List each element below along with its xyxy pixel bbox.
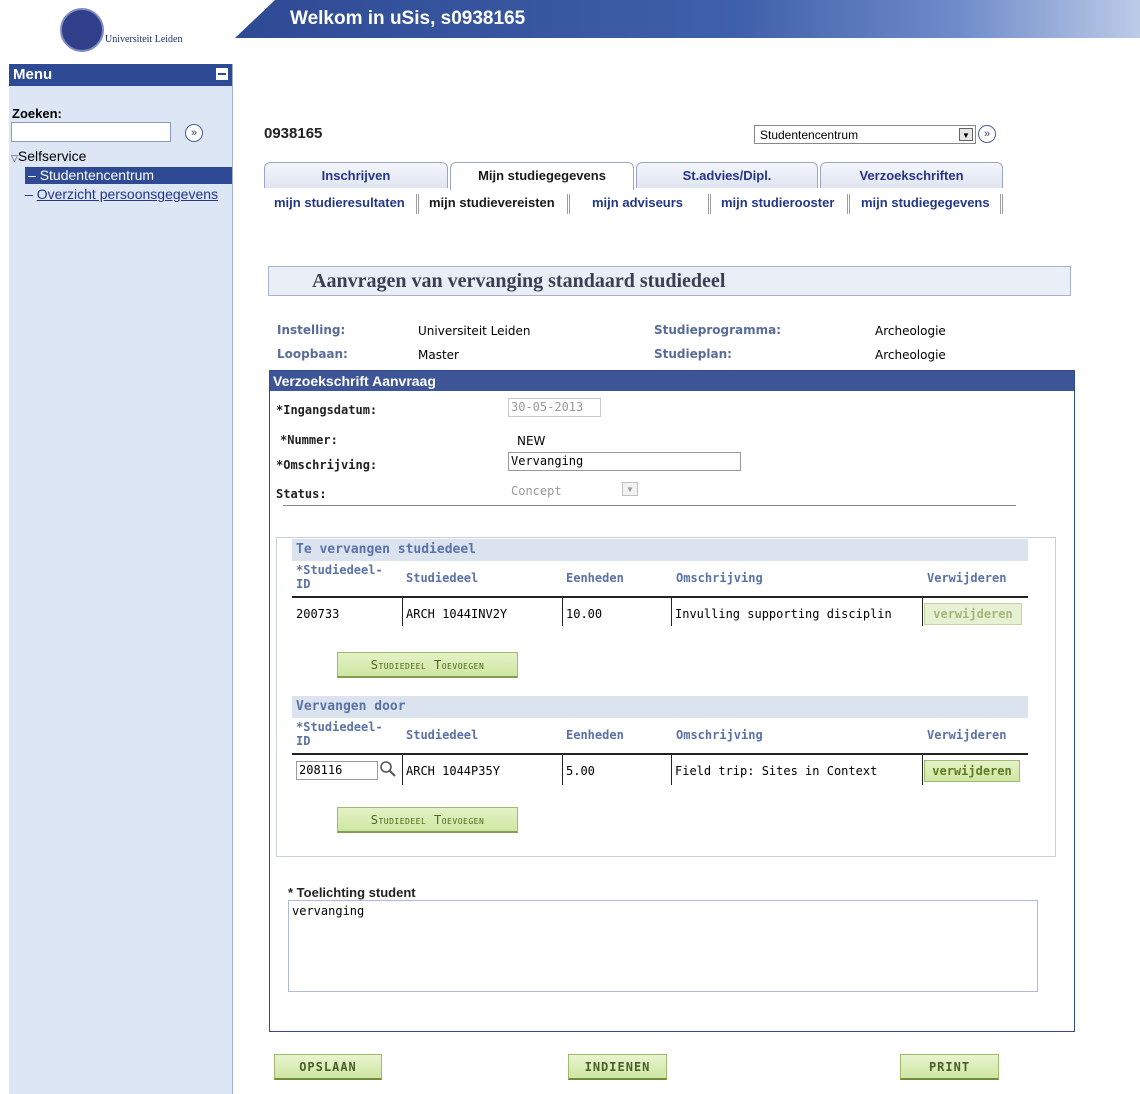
table-row-1-id: 200733 — [296, 607, 340, 621]
navigation-select[interactable]: Studentencentrum ▼ — [754, 125, 976, 144]
sidebar-item-overzicht-persoonsgegevens[interactable]: – Overzicht persoonsgegevens — [25, 186, 218, 202]
request-section-title: Verzoekschrift Aanvraag — [270, 371, 1074, 391]
table-row-1-omschrijving: Invulling supporting disciplin — [675, 607, 892, 621]
col-studiedeel-id: *Studiedeel- ID — [296, 720, 383, 748]
col-studiedeel: Studiedeel — [406, 571, 479, 585]
status-label: Status: — [276, 487, 327, 501]
search-go-icon[interactable]: » — [185, 124, 203, 142]
toelichting-textarea[interactable]: vervanging — [288, 900, 1038, 992]
tab-verzoekschriften[interactable]: Verzoekschriften — [820, 162, 1003, 188]
student-id: 0938165 — [264, 125, 323, 142]
subtab-mijn-studierooster[interactable]: mijn studierooster — [721, 195, 834, 210]
col-eenheden: Eenheden — [566, 571, 624, 585]
status-dropdown-icon: ▼ — [622, 482, 638, 496]
nummer-value: NEW — [517, 434, 546, 448]
opslaan-button[interactable]: OPSLAAN — [274, 1054, 382, 1080]
te-vervangen-title: Te vervangen studiedeel — [292, 539, 1028, 561]
table-row-2-eenheden: 5.00 — [566, 764, 595, 778]
instelling-value: Universiteit Leiden — [418, 324, 531, 338]
collapse-icon[interactable] — [216, 68, 228, 80]
page-title-box: Aanvragen van vervanging standaard studi… — [268, 266, 1071, 296]
sidebar: Menu Zoeken: » ▽Selfservice – Studentenc… — [9, 64, 233, 1094]
indienen-button[interactable]: INDIENEN — [568, 1054, 667, 1080]
instelling-label: Instelling: — [277, 323, 346, 337]
page-title: Aanvragen van vervanging standaard studi… — [312, 270, 726, 292]
university-name: Universiteit Leiden — [105, 34, 183, 45]
loopbaan-label: Loopbaan: — [277, 347, 348, 361]
verwijderen-button[interactable]: verwijderen — [924, 760, 1020, 782]
status-value: Concept — [511, 484, 562, 498]
col-eenheden: Eenheden — [566, 728, 624, 742]
col-studiedeel: Studiedeel — [406, 728, 479, 742]
menu-title: Menu — [13, 66, 53, 83]
table-row-2-omschrijving: Field trip: Sites in Context — [675, 764, 878, 778]
subtab-mijn-studievereisten[interactable]: mijn studievereisten — [429, 195, 555, 210]
studiedeel-toevoegen-button[interactable]: Studiedeel Toevoegen — [337, 807, 518, 833]
sidebar-item-studentencentrum[interactable]: – Studentencentrum — [25, 167, 232, 184]
university-logo: Universiteit Leiden — [60, 8, 200, 54]
university-seal-icon — [60, 8, 104, 52]
studieprogramma-label: Studieprogramma: — [654, 323, 782, 337]
col-omschrijving: Omschrijving — [676, 571, 763, 585]
menu-header: Menu — [9, 64, 232, 86]
tree-selfservice[interactable]: ▽Selfservice — [11, 148, 86, 164]
vervangen-door-title: Vervangen door — [292, 696, 1028, 718]
studieplan-label: Studieplan: — [654, 347, 732, 361]
subtab-bar: mijn studieresultaten mijn studievereist… — [264, 190, 1004, 216]
col-studiedeel-id: *Studiedeel- ID — [296, 563, 383, 591]
subtab-mijn-studieresultaten[interactable]: mijn studieresultaten — [274, 195, 405, 210]
triangle-down-icon: ▽ — [11, 153, 18, 163]
navigation-go-icon[interactable]: » — [978, 125, 996, 143]
verwijderen-button-disabled: verwijderen — [924, 603, 1022, 625]
ingangsdatum-label: *Ingangsdatum: — [276, 403, 378, 417]
search-input[interactable] — [11, 122, 171, 142]
tab-mijn-studiegegevens[interactable]: Mijn studiegegevens — [450, 162, 634, 190]
tab-inschrijven[interactable]: Inschrijven — [264, 162, 448, 188]
studiedeel-toevoegen-button[interactable]: Studiedeel Toevoegen — [337, 652, 518, 678]
col-omschrijving: Omschrijving — [676, 728, 763, 742]
table-row-1-eenheden: 10.00 — [566, 607, 603, 621]
search-label: Zoeken: — [12, 106, 62, 121]
welcome-title: Welkom in uSis, s0938165 — [290, 8, 526, 29]
table-row-2-studiedeel: ARCH 1044P35Y — [406, 764, 500, 778]
col-verwijderen: Verwijderen — [927, 571, 1007, 585]
toelichting-label: * Toelichting student — [288, 885, 416, 900]
nummer-label: *Nummer: — [280, 433, 338, 447]
subtab-mijn-studiegegevens[interactable]: mijn studiegegevens — [861, 195, 990, 210]
studieplan-value: Archeologie — [875, 348, 946, 362]
loopbaan-value: Master — [418, 348, 459, 362]
col-verwijderen: Verwijderen — [927, 728, 1007, 742]
ingangsdatum-field: 30-05-2013 — [508, 398, 601, 417]
print-button[interactable]: PRINT — [900, 1054, 999, 1080]
table-row-1-studiedeel: ARCH 1044INV2Y — [406, 607, 508, 621]
tab-st-advies-dipl[interactable]: St.advies/Dipl. — [636, 162, 818, 188]
dropdown-arrow-icon[interactable]: ▼ — [959, 128, 973, 141]
omschrijving-field[interactable]: Vervanging — [508, 452, 741, 471]
studieprogramma-value: Archeologie — [875, 324, 946, 338]
studiedeel-id-input[interactable]: 208116 — [296, 761, 378, 780]
subtab-mijn-adviseurs[interactable]: mijn adviseurs — [592, 195, 683, 210]
omschrijving-label: *Omschrijving: — [276, 458, 378, 472]
lookup-icon[interactable] — [379, 760, 397, 778]
